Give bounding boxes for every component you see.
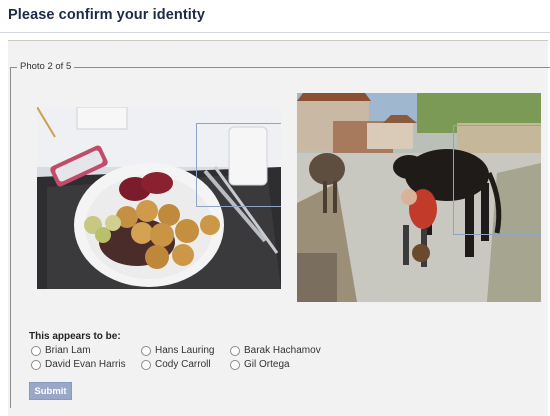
radio-button[interactable]	[141, 359, 151, 370]
photo-counter-legend: Photo 2 of 5	[17, 61, 75, 72]
name-option-hans-lauring[interactable]: Hans Lauring	[141, 345, 214, 356]
option-label: David Evan Harris	[45, 359, 126, 370]
title-divider	[0, 32, 550, 33]
tagged-photo-1	[37, 107, 281, 289]
radio-button[interactable]	[141, 345, 151, 356]
option-label: Brian Lam	[45, 345, 91, 356]
radio-button[interactable]	[31, 345, 41, 356]
radio-button[interactable]	[230, 345, 240, 356]
name-option-barak-hachamov[interactable]: Barak Hachamov	[230, 345, 321, 356]
tagged-photo-2	[297, 93, 541, 302]
option-label: Gil Ortega	[244, 359, 290, 370]
option-label: Barak Hachamov	[244, 345, 321, 356]
radio-button[interactable]	[31, 359, 41, 370]
face-tag-box	[453, 125, 541, 235]
name-option-david-evan-harris[interactable]: David Evan Harris	[31, 359, 126, 370]
name-option-gil-ortega[interactable]: Gil Ortega	[230, 359, 290, 370]
identity-question: This appears to be:	[29, 331, 121, 342]
option-label: Hans Lauring	[155, 345, 215, 356]
name-option-brian-lam[interactable]: Brian Lam	[31, 345, 91, 356]
submit-button[interactable]: Submit	[29, 382, 72, 400]
option-label: Cody Carroll	[155, 359, 211, 370]
radio-button[interactable]	[230, 359, 240, 370]
page-title: Please confirm your identity	[8, 7, 205, 23]
face-tag-box	[196, 123, 281, 207]
name-option-cody-carroll[interactable]: Cody Carroll	[141, 359, 211, 370]
